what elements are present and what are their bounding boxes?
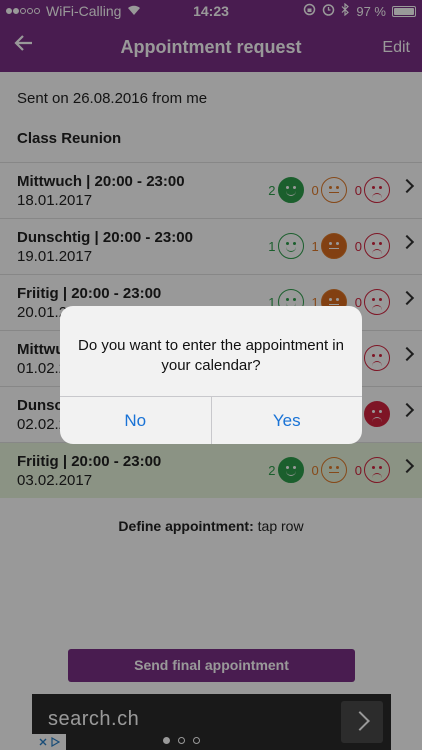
no-button[interactable]: No <box>60 397 211 444</box>
dialog-message: Do you want to enter the appointment in … <box>77 337 344 374</box>
dialog-buttons: No Yes <box>60 396 362 444</box>
calendar-dialog: Do you want to enter the appointment in … <box>60 306 362 444</box>
yes-button[interactable]: Yes <box>210 397 363 444</box>
